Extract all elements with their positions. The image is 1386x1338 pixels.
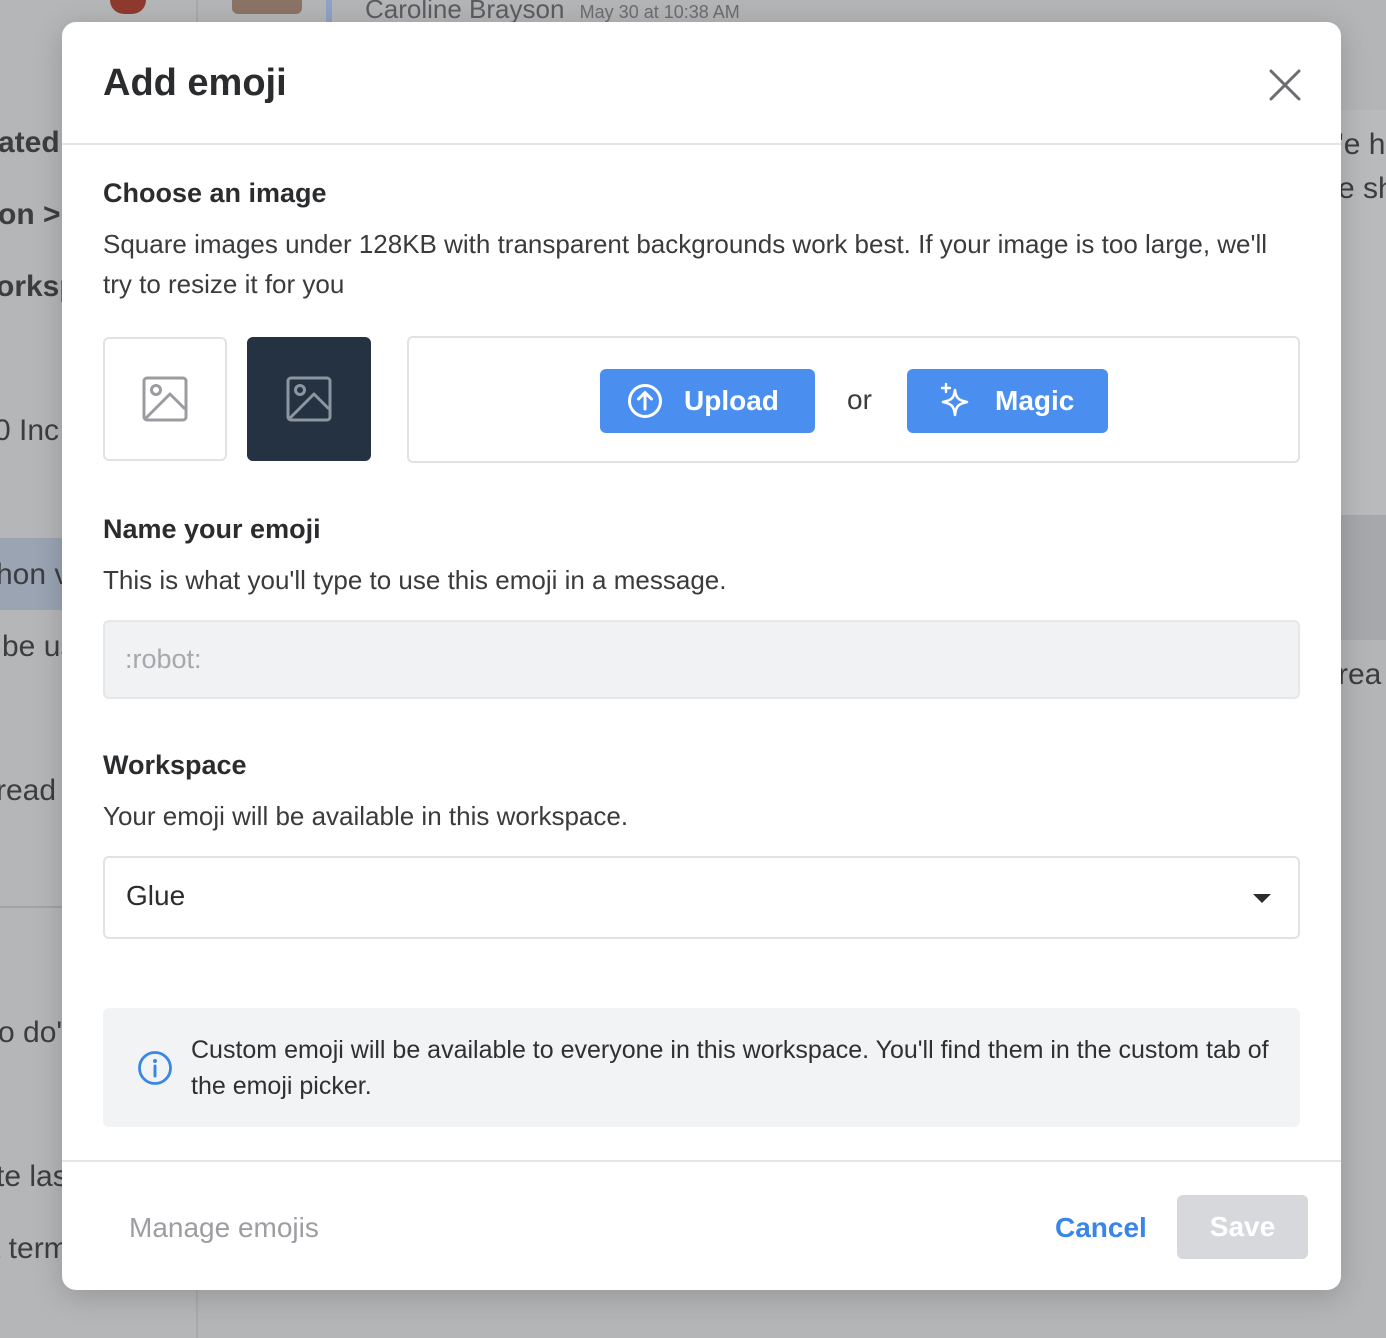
emoji-name-input[interactable]	[103, 620, 1300, 699]
dialog-footer: Manage emojis Cancel Save	[62, 1160, 1341, 1290]
magic-label: Magic	[995, 385, 1075, 416]
upload-area: Upload or Magic	[407, 336, 1300, 463]
close-icon	[1269, 69, 1301, 101]
dialog-header: Add emoji	[62, 22, 1341, 145]
name-emoji-description: This is what you'll type to use this emo…	[103, 565, 727, 595]
cancel-button[interactable]: Cancel	[1055, 1212, 1147, 1244]
choose-image-title: Choose an image	[103, 178, 327, 208]
background-thread-bar	[326, 0, 332, 22]
background-divider	[0, 906, 62, 908]
background-text: te las	[0, 1160, 68, 1193]
background-text: ated	[0, 126, 60, 159]
choose-image-description: Square images under 128KB with transpare…	[103, 229, 1268, 299]
dark-preview	[247, 337, 371, 461]
image-icon	[142, 376, 188, 422]
background-right-panel-highlight	[1340, 515, 1386, 640]
background-text: t term	[0, 1232, 69, 1265]
upload-button[interactable]: Upload	[600, 369, 815, 433]
background-message-author: Caroline Brayson	[365, 0, 565, 24]
chevron-down-icon	[1253, 894, 1271, 903]
sparkle-icon	[940, 382, 969, 417]
workspace-title: Workspace	[103, 750, 247, 780]
workspace-selected-value: Glue	[126, 880, 186, 911]
image-icon	[286, 376, 332, 422]
dialog-title: Add emoji	[103, 62, 287, 104]
or-separator: or	[847, 384, 872, 415]
upload-label: Upload	[684, 385, 779, 416]
add-emoji-dialog: Add emoji Choose an image Square images …	[62, 22, 1341, 1290]
background-text: read	[0, 774, 57, 807]
background-text: 0 Inc	[0, 414, 60, 447]
light-preview	[103, 337, 227, 461]
background-message-time: May 30 at 10:38 AM	[579, 2, 740, 22]
background-text: o do'	[0, 1016, 63, 1049]
background-text: on >	[0, 198, 61, 231]
magic-button[interactable]: Magic	[907, 369, 1108, 433]
background-text: e sh	[1338, 172, 1386, 205]
info-icon	[138, 1051, 172, 1085]
background-text: 'e ha	[1338, 128, 1386, 161]
upload-arrow-icon	[628, 384, 662, 418]
close-button[interactable]	[1262, 62, 1308, 108]
background-text: hon v	[0, 558, 70, 591]
manage-emojis-link[interactable]: Manage emojis	[129, 1212, 319, 1244]
save-button[interactable]: Save	[1177, 1195, 1308, 1259]
background-text: rea	[1338, 658, 1382, 691]
workspace-select[interactable]: Glue	[103, 856, 1300, 939]
info-banner: Custom emoji will be available to everyo…	[103, 1008, 1300, 1127]
background-avatar	[232, 0, 302, 14]
workspace-description: Your emoji will be available in this wor…	[103, 801, 629, 831]
name-emoji-title: Name your emoji	[103, 514, 321, 544]
info-text: Custom emoji will be available to everyo…	[191, 1036, 1269, 1100]
